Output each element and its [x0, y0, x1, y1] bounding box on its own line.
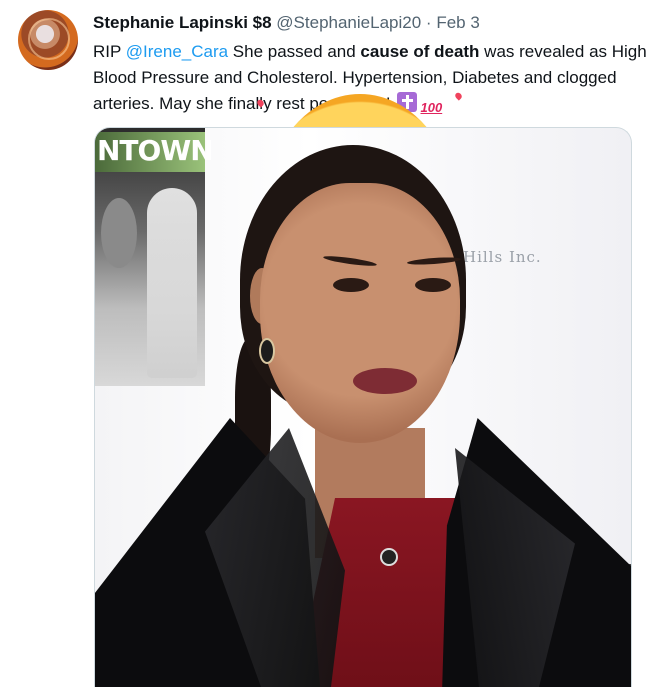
author-handle[interactable]: @StephanieLapi20	[276, 13, 421, 32]
tweet-text-line-1: RIP @Irene_Cara She passed and cause of …	[93, 39, 667, 65]
tweet-text: RIP @Irene_Cara She passed and cause of …	[93, 39, 667, 354]
text-bold-cause: cause of death	[360, 42, 480, 61]
tweet-date[interactable]: Feb 3	[436, 13, 479, 32]
hundred-points-emoji: 100	[420, 100, 443, 115]
text-mid: She passed and	[228, 42, 361, 61]
tweet-header: Stephanie Lapinski $8 @StephanieLapi20 ·…	[93, 12, 480, 34]
mention-link[interactable]: @Irene_Cara	[126, 42, 228, 61]
text-rip: RIP	[93, 42, 126, 61]
earring	[259, 338, 275, 364]
author-name[interactable]: Stephanie Lapinski $8	[93, 13, 272, 32]
separator-dot: ·	[425, 13, 432, 32]
tweet-text-line-3: arteries. May she finally rest peacefull…	[93, 91, 667, 354]
tweet-photo[interactable]: NTOWN Hills Inc.	[94, 127, 632, 687]
portrait-woman	[95, 128, 631, 687]
tweet-text-line-2: Blood Pressure and Cholesterol. Hyperten…	[93, 68, 617, 87]
tweet[interactable]: Stephanie Lapinski $8 @StephanieLapi20 ·…	[0, 0, 667, 687]
avatar[interactable]	[18, 10, 78, 70]
text-suffix: was revealed as High	[479, 42, 647, 61]
